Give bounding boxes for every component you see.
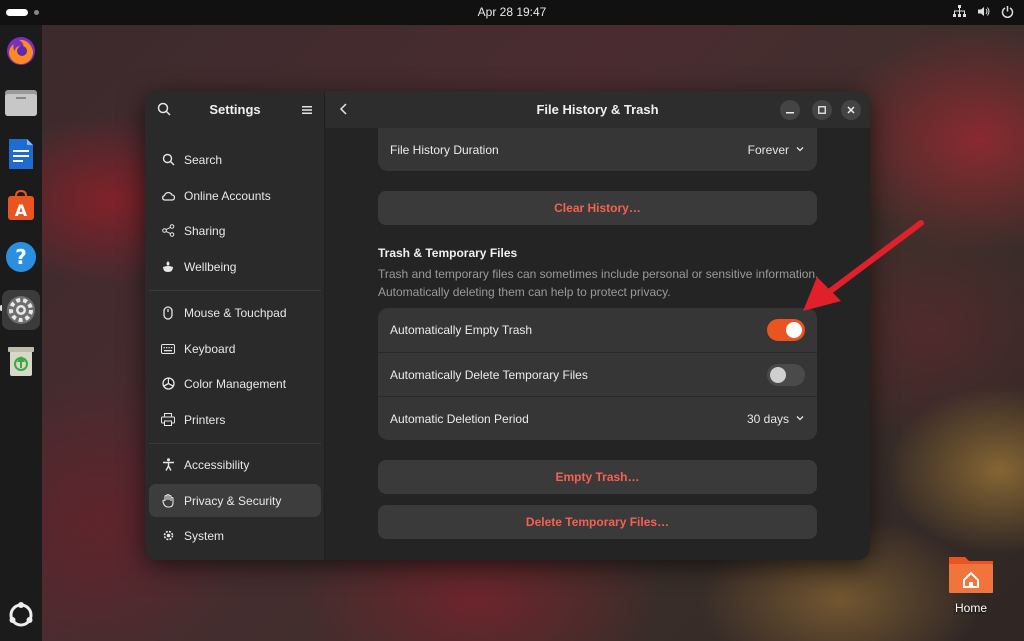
clock[interactable]: Apr 28 19:47 (0, 5, 1024, 19)
auto-empty-trash-toggle[interactable] (767, 319, 805, 341)
annotation-arrow-icon (803, 220, 924, 311)
maximize-icon (818, 101, 826, 119)
wellbeing-icon (161, 260, 175, 274)
dock: A ? (0, 25, 42, 641)
volume-icon[interactable] (976, 4, 990, 18)
trash-icon[interactable] (3, 343, 39, 379)
sidebar-item-online-accounts[interactable]: Online Accounts (149, 179, 321, 212)
sidebar-item-label: Sharing (184, 223, 226, 238)
sidebar-item-wellbeing[interactable]: Wellbeing (149, 250, 321, 283)
section-description-line: Automatically deleting them can help to … (378, 285, 671, 299)
sidebar-separator (149, 290, 321, 291)
system-icon (161, 529, 175, 543)
svg-text:A: A (15, 201, 28, 220)
sidebar-item-label: Privacy & Security (184, 493, 282, 508)
toggle-knob (786, 322, 802, 338)
files-icon[interactable] (3, 84, 39, 120)
sidebar-item-label: Search (184, 152, 223, 167)
chevron-down-icon (795, 143, 805, 157)
share-icon (161, 224, 175, 238)
sidebar-item-label: Keyboard (184, 341, 236, 356)
sidebar-list[interactable]: — Search Online Accounts Sharing Wellbei… (145, 128, 325, 560)
home-folder-icon[interactable] (947, 553, 995, 595)
trash-settings-group: Automatically Empty Trash Automatically … (378, 308, 817, 440)
delete-temp-files-button[interactable]: Delete Temporary Files… (378, 505, 817, 539)
section-description-line: Trash and temporary files can sometimes … (378, 267, 819, 281)
sidebar-item-privacy-security[interactable]: Privacy & Security (149, 484, 321, 517)
deletion-period-dropdown[interactable]: 30 days (747, 412, 805, 426)
file-history-duration-value: Forever (747, 142, 789, 157)
sidebar-item-label: Color Management (184, 376, 287, 391)
file-history-group: File History Duration Forever (378, 128, 817, 171)
close-icon (847, 101, 855, 119)
hand-icon (161, 493, 175, 508)
content-pane: File History & Trash File History Durati… (325, 91, 870, 560)
deletion-period-label: Automatic Deletion Period (390, 411, 529, 426)
sidebar-separator (149, 443, 321, 444)
power-icon[interactable] (1000, 4, 1014, 18)
top-bar: Apr 28 19:47 (0, 0, 1024, 25)
firefox-icon[interactable] (3, 33, 39, 69)
sidebar-item-system[interactable]: System (149, 519, 321, 552)
sidebar: Settings — Search Online Accounts Sharin… (145, 91, 325, 560)
auto-delete-temp-toggle[interactable] (767, 363, 805, 386)
clear-history-button[interactable]: Clear History… (378, 191, 817, 225)
app-center-icon[interactable]: A (3, 188, 39, 224)
toggle-knob (770, 366, 786, 383)
auto-empty-trash-row[interactable]: Automatically Empty Trash (378, 308, 817, 352)
sidebar-title: Settings (209, 102, 261, 117)
auto-empty-trash-label: Automatically Empty Trash (390, 323, 533, 337)
auto-delete-temp-label: Automatically Delete Temporary Files (390, 367, 588, 382)
show-apps-icon[interactable] (3, 597, 39, 633)
sidebar-item-keyboard[interactable]: Keyboard (149, 332, 321, 365)
sidebar-item-label: System (184, 528, 225, 543)
file-history-duration-label: File History Duration (390, 142, 499, 157)
deletion-period-row[interactable]: Automatic Deletion Period 30 days (378, 396, 817, 440)
accessibility-icon (161, 458, 175, 472)
sidebar-item-label: Mouse & Touchpad (184, 305, 287, 320)
home-folder-label: Home (954, 601, 987, 615)
auto-delete-temp-row[interactable]: Automatically Delete Temporary Files (378, 352, 817, 396)
section-description: Trash and temporary files can sometimes … (378, 265, 828, 301)
maximize-button[interactable] (812, 100, 832, 120)
sidebar-scrolled-item: — (183, 128, 195, 133)
chevron-down-icon (795, 412, 805, 426)
minimize-button[interactable] (780, 100, 800, 120)
writer-icon[interactable] (3, 136, 39, 172)
system-tray[interactable] (952, 4, 1014, 18)
printer-icon (161, 413, 175, 427)
sidebar-item-accessibility[interactable]: Accessibility (149, 448, 321, 481)
help-icon[interactable]: ? (3, 239, 39, 275)
sidebar-header: Settings (145, 91, 325, 128)
svg-text:?: ? (15, 245, 27, 269)
sidebar-item-search[interactable]: Search (149, 143, 321, 176)
empty-trash-button[interactable]: Empty Trash… (378, 460, 817, 494)
sidebar-item-mouse-touchpad[interactable]: Mouse & Touchpad (149, 296, 321, 329)
mouse-icon (161, 305, 175, 320)
sidebar-item-label: Printers (184, 412, 226, 427)
sidebar-item-label: Online Accounts (184, 188, 271, 203)
hamburger-menu-icon[interactable] (301, 103, 313, 115)
sidebar-item-color-management[interactable]: Color Management (149, 367, 321, 400)
search-icon (161, 153, 175, 167)
file-history-duration-dropdown[interactable]: Forever (748, 143, 805, 157)
sidebar-item-printers[interactable]: Printers (149, 403, 321, 436)
network-icon[interactable] (952, 4, 966, 18)
color-icon (161, 377, 175, 391)
sidebar-item-sharing[interactable]: Sharing (149, 214, 321, 247)
settings-window: Settings — Search Online Accounts Sharin… (145, 91, 870, 560)
minimize-icon (786, 101, 794, 119)
close-button[interactable] (841, 100, 861, 120)
deletion-period-value: 30 days (746, 411, 789, 426)
cloud-icon (161, 189, 175, 203)
settings-icon[interactable] (2, 290, 40, 330)
section-title: Trash & Temporary Files (378, 246, 518, 260)
sidebar-item-label: Accessibility (184, 457, 250, 472)
sidebar-item-label: Wellbeing (184, 259, 237, 274)
file-history-duration-row[interactable]: File History Duration Forever (378, 128, 817, 171)
keyboard-icon (161, 342, 175, 356)
content-header: File History & Trash (325, 91, 870, 128)
